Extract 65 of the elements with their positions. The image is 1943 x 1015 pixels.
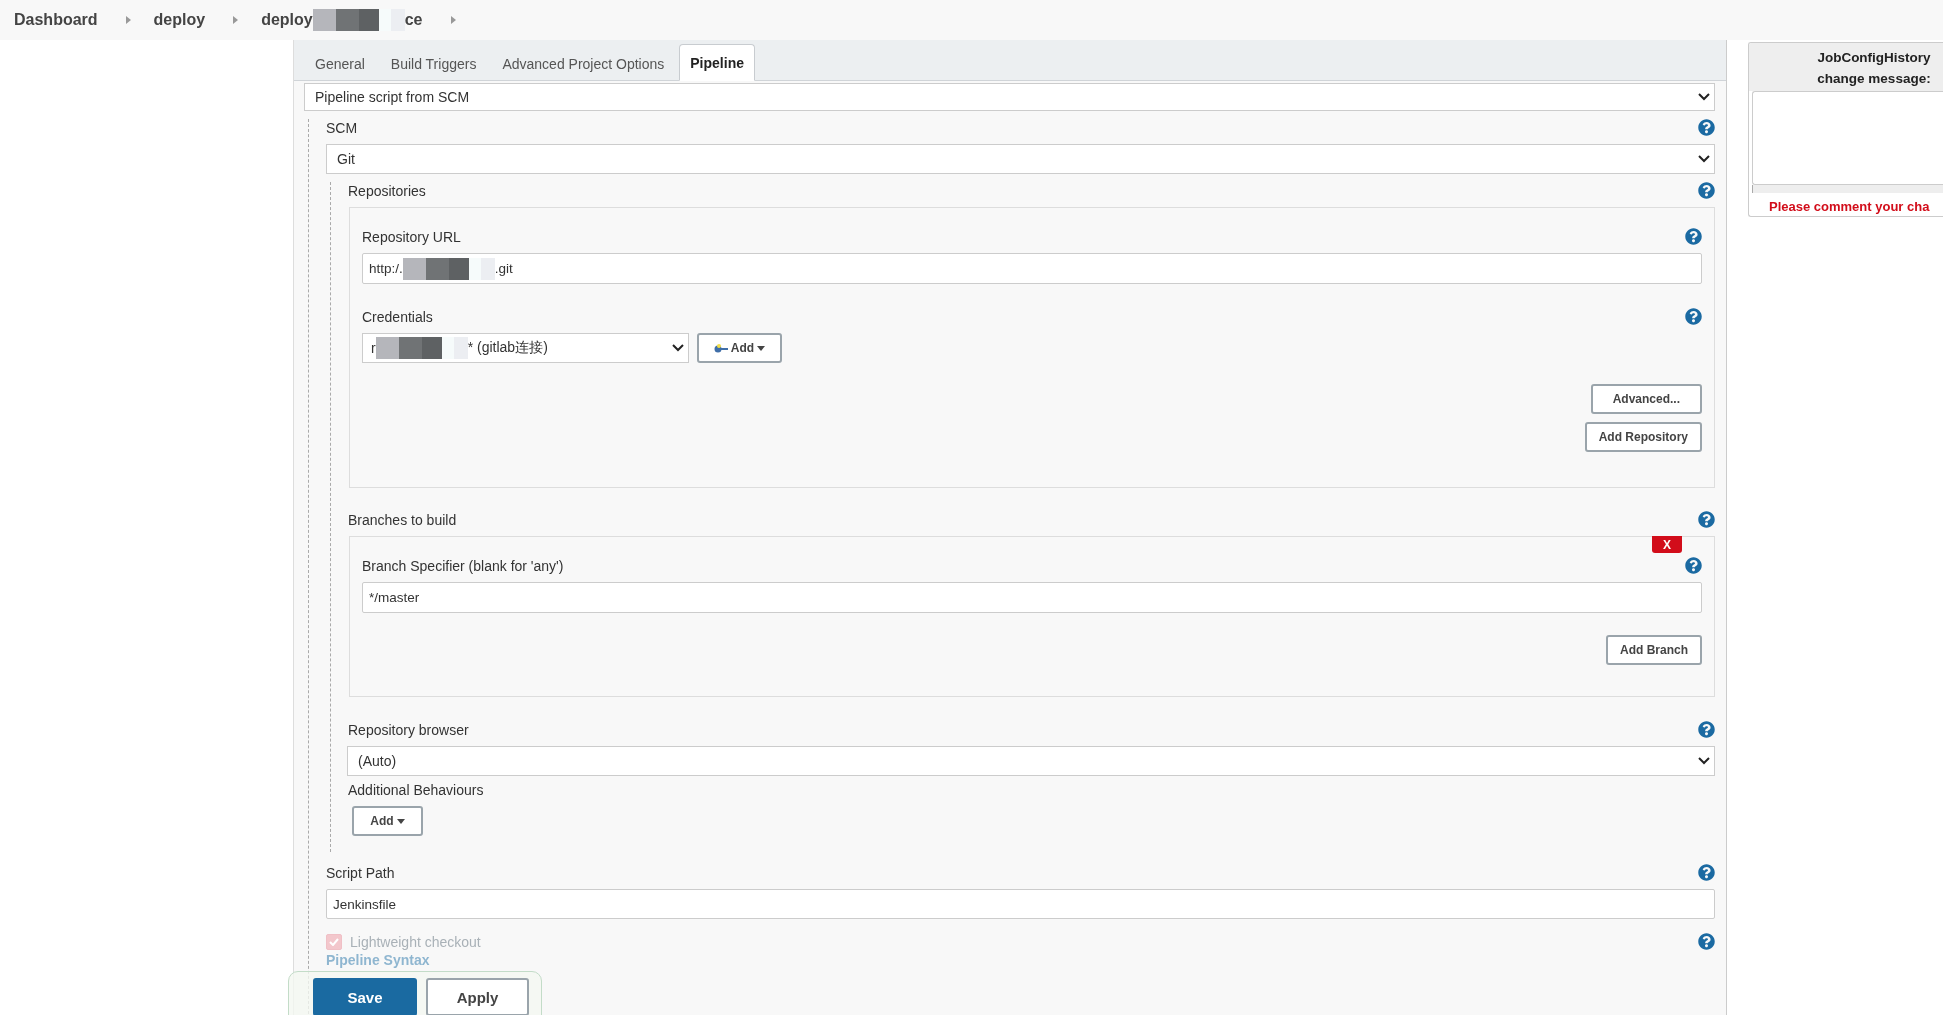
field-label: Credentials [362, 308, 433, 325]
field-text: .git [494, 261, 513, 276]
field-label: SCM [326, 119, 358, 136]
add-behaviour-button[interactable]: Add [352, 806, 423, 836]
scm-dropdown[interactable]: Git [326, 144, 1715, 174]
help-icon[interactable] [1698, 182, 1715, 199]
credentials-dropdown[interactable]: r * (gitlab连接) [362, 333, 689, 363]
field-label: Repositories [348, 182, 426, 199]
action-button[interactable]: Add Repository [1584, 422, 1702, 452]
help-icon[interactable] [1685, 557, 1702, 574]
script-path-input[interactable]: Jenkinsfile [326, 889, 1715, 919]
action-button[interactable]: Advanced... [1590, 384, 1702, 414]
field-label: Additional Behaviours [348, 782, 484, 798]
tab[interactable]: Pipeline [679, 44, 755, 81]
chevron-right-icon [233, 16, 240, 24]
chevron-down-icon [1698, 757, 1710, 765]
warning-text: Please comment your cha [1768, 198, 1930, 214]
field-text: * (gitlab连接) [467, 339, 548, 357]
url-input[interactable]: http:/. .git [362, 253, 1702, 284]
resize-handle[interactable] [1752, 185, 1943, 193]
help-icon[interactable] [1685, 308, 1702, 325]
chevron-down-icon [672, 344, 684, 352]
field-label: Repository browser [348, 721, 469, 738]
breadcrumb-link[interactable]: deploy [261, 11, 313, 29]
chevron-down-icon [1698, 93, 1710, 101]
field-text: Jenkinsfile [333, 896, 397, 912]
field-label: Branch Specifier (blank for 'any') [362, 557, 564, 574]
chevron-down-icon [1698, 155, 1710, 163]
field-label: Branches to build [348, 511, 457, 528]
field-text: */master [369, 590, 420, 605]
breadcrumb-link[interactable]: deploy [153, 11, 206, 29]
caret-icon [396, 818, 405, 824]
help-icon[interactable] [1698, 864, 1715, 881]
breadcrumb-link[interactable]: ce [404, 11, 423, 29]
branch-specifier-input[interactable]: */master [362, 582, 1702, 613]
add-branch-button[interactable]: Add Branch [1606, 635, 1702, 665]
field-label: Repository URL [362, 228, 461, 245]
delete-button[interactable]: X [1652, 536, 1682, 553]
repository-browser-dropdown[interactable]: (Auto) [347, 746, 1715, 776]
tab[interactable]: Advanced Project Options [491, 47, 676, 81]
add-credentials-button[interactable]: Add [697, 333, 782, 363]
save-button[interactable]: Save [313, 978, 417, 1015]
key-icon [713, 343, 728, 353]
breadcrumb-link[interactable]: Dashboard [14, 11, 98, 29]
help-icon[interactable] [1698, 511, 1715, 528]
check-icon [329, 937, 339, 946]
chevron-right-icon [125, 16, 132, 24]
tab[interactable]: General [304, 47, 376, 81]
checkbox-label: Lightweight checkout [350, 933, 481, 950]
field-label: Script Path [326, 864, 395, 881]
field-text: http:/. [369, 261, 403, 276]
apply-button[interactable]: Apply [426, 978, 529, 1015]
tab[interactable]: Build Triggers [379, 47, 488, 81]
help-icon[interactable] [1698, 119, 1715, 136]
chevron-right-icon [450, 16, 457, 24]
help-icon[interactable] [1685, 228, 1702, 245]
field-text: r [371, 340, 376, 356]
help-icon[interactable] [1698, 933, 1715, 950]
help-icon[interactable] [1698, 721, 1715, 738]
panel-title: JobConfigHistory [1817, 49, 1931, 67]
checkbox[interactable] [326, 933, 342, 950]
change-message-input[interactable] [1752, 91, 1943, 185]
panel-title: change message: [1817, 70, 1931, 88]
caret-icon [757, 345, 766, 351]
definition-dropdown[interactable]: Pipeline script from SCM [304, 83, 1715, 111]
